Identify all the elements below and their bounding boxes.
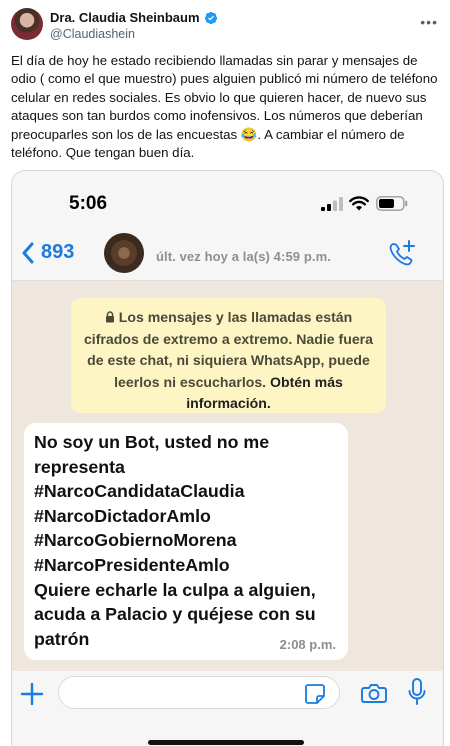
tweet-media-screenshot[interactable]: 5:06 893 últ. vez hoy a la(s) 4:59 p.m. <box>11 170 444 746</box>
contact-avatar[interactable] <box>104 233 144 273</box>
author-avatar[interactable] <box>11 8 43 40</box>
message-input[interactable] <box>58 676 340 709</box>
more-horizontal-icon[interactable]: ••• <box>420 14 438 30</box>
camera-icon[interactable] <box>361 682 387 704</box>
cellular-signal-icon <box>321 197 343 211</box>
tweet-text: El día de hoy he estado recibiendo llama… <box>11 53 438 161</box>
tweet-header: Dra. Claudia Sheinbaum @Claudiashein ••• <box>11 8 441 44</box>
home-indicator <box>148 740 304 745</box>
battery-icon <box>376 196 408 211</box>
status-time: 5:06 <box>69 193 108 214</box>
encryption-notice[interactable]: Los mensajes y las llamadas están cifrad… <box>71 298 386 413</box>
sticker-icon[interactable] <box>304 683 326 705</box>
back-button[interactable]: 893 <box>21 241 74 264</box>
add-call-icon[interactable] <box>387 239 417 269</box>
message-text: No soy un Bot, usted no me representa #N… <box>34 432 316 649</box>
phone-status-bar: 5:06 <box>12 171 443 229</box>
verified-badge-icon <box>204 11 217 24</box>
wifi-icon <box>349 196 369 211</box>
lock-icon <box>105 311 114 323</box>
incoming-message[interactable]: No soy un Bot, usted no me representa #N… <box>24 423 348 660</box>
last-seen-status[interactable]: últ. vez hoy a la(s) 4:59 p.m. <box>156 249 331 264</box>
message-time: 2:08 p.m. <box>279 637 336 652</box>
author-name-row: Dra. Claudia Sheinbaum <box>50 10 218 25</box>
unread-chats-count: 893 <box>41 241 75 263</box>
plus-icon[interactable] <box>20 682 44 706</box>
message-input-bar <box>12 671 443 746</box>
microphone-icon[interactable] <box>408 678 426 706</box>
chat-header: 893 últ. vez hoy a la(s) 4:59 p.m. <box>12 229 443 281</box>
chevron-left-icon <box>22 242 34 263</box>
author-display-name[interactable]: Dra. Claudia Sheinbaum <box>50 10 200 25</box>
author-handle[interactable]: @Claudiashein <box>50 27 135 41</box>
